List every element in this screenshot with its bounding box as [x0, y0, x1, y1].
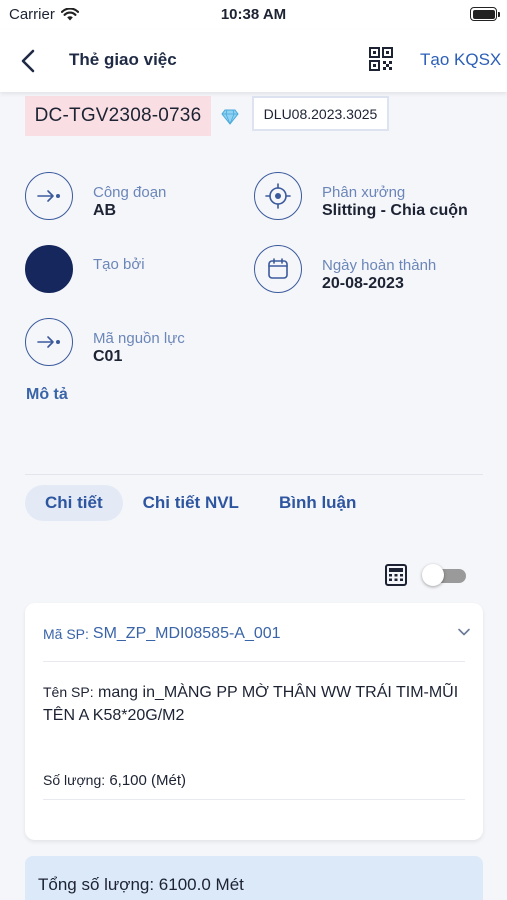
workshop-label: Phân xưởng	[322, 184, 406, 201]
diamond-icon	[221, 109, 239, 125]
card-divider	[43, 799, 465, 800]
info-created-by: Tạo bởi	[25, 245, 145, 293]
navigation-bar: Thẻ giao việc Tạo KQSX	[0, 30, 507, 92]
product-code-row: Mã SP: SM_ZP_MDI08585-A_001	[43, 623, 467, 645]
info-completion-date: Ngày hoàn thành 20-08-2023	[254, 245, 436, 293]
quantity-value: 6,100	[109, 772, 147, 789]
product-card[interactable]: Mã SP: SM_ZP_MDI08585-A_001 Tên SP: mang…	[25, 603, 483, 840]
tab-details[interactable]: Chi tiết	[25, 485, 123, 521]
description-link[interactable]: Mô tả	[26, 386, 68, 404]
total-quantity-banner: Tổng số lượng: 6100.0 Mét	[25, 856, 483, 900]
stage-label: Công đoạn	[93, 184, 167, 201]
tab-bar: Chi tiết Chi tiết NVL Bình luận	[25, 485, 376, 521]
completion-date-label: Ngày hoàn thành	[322, 257, 437, 274]
toggle-knob	[422, 564, 444, 586]
quantity-unit: (Mét)	[151, 772, 187, 789]
created-by-label: Tạo bởi	[93, 256, 145, 273]
section-divider	[25, 474, 483, 475]
workshop-value: Slitting - Chia cuộn	[322, 202, 468, 219]
arrow-right-icon	[25, 318, 73, 366]
info-stage: Công đoạn AB	[25, 172, 166, 220]
total-quantity-text: Tổng số lượng: 6100.0 Mét	[38, 875, 244, 894]
page-title: Thẻ giao việc	[69, 50, 177, 69]
qr-code-icon[interactable]	[369, 47, 393, 71]
tab-comments[interactable]: Bình luận	[259, 485, 376, 521]
back-button[interactable]	[18, 47, 38, 75]
battery-icon	[470, 7, 500, 21]
chevron-left-icon	[21, 49, 35, 73]
product-name-value: mang in_MÀNG PP MỜ THÂN WW TRÁI TIM-MŨI …	[43, 684, 459, 724]
chevron-down-icon[interactable]	[457, 625, 471, 639]
product-quantity: Số lượng: 6,100 (Mét)	[43, 772, 186, 789]
lot-number-badge: DLU08.2023.3025	[252, 96, 389, 131]
task-code-badge: DC-TGV2308-0736	[25, 96, 211, 136]
create-result-button[interactable]: Tạo KQSX	[420, 50, 501, 70]
task-detail-content[interactable]: DC-TGV2308-0736 DLU08.2023.3025 Công đoạ…	[0, 92, 507, 900]
resource-label: Mã nguồn lực	[93, 330, 185, 347]
product-name: Tên SP: mang in_MÀNG PP MỜ THÂN WW TRÁI …	[43, 681, 473, 727]
stage-value: AB	[93, 202, 117, 219]
product-code-value: SM_ZP_MDI08585-A_001	[92, 625, 281, 642]
target-icon	[254, 172, 302, 220]
status-time: 10:38 AM	[220, 6, 287, 23]
completion-date-value: 20-08-2023	[322, 275, 404, 292]
calculator-icon[interactable]	[384, 563, 408, 587]
quantity-label: Số lượng:	[43, 772, 106, 788]
avatar	[25, 245, 73, 293]
view-toggle[interactable]	[422, 564, 467, 586]
tab-material-details[interactable]: Chi tiết NVL	[123, 485, 259, 521]
info-resource: Mã nguồn lực C01	[25, 318, 185, 366]
calendar-icon	[254, 245, 302, 293]
product-code-label: Mã SP:	[43, 626, 89, 642]
product-name-label: Tên SP:	[43, 684, 94, 700]
card-divider	[43, 661, 465, 662]
status-bar: Carrier 10:38 AM	[0, 0, 507, 30]
info-workshop: Phân xưởng Slitting - Chia cuộn	[254, 172, 468, 220]
resource-value: C01	[93, 348, 123, 365]
arrow-right-icon	[25, 172, 73, 220]
